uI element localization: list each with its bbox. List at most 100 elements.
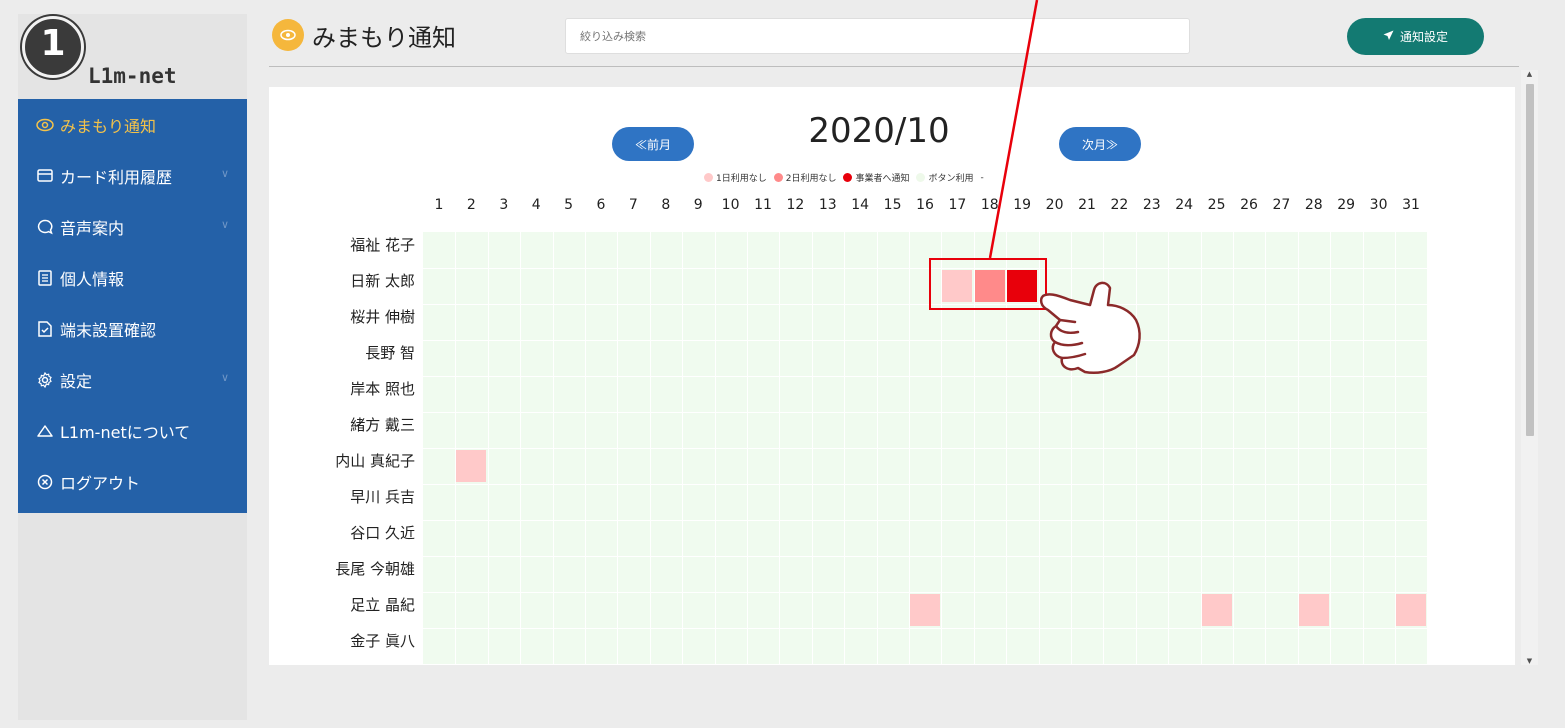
day-header: 6: [596, 197, 606, 213]
sidebar-item-personal-info[interactable]: 個人情報: [18, 252, 247, 303]
sidebar-item-about[interactable]: L1m-netについて: [18, 405, 247, 456]
sidebar-item-label: みまもり通知: [60, 116, 157, 136]
sidebar-item-label: 設定: [60, 371, 93, 391]
prev-month-button[interactable]: ≪前月: [612, 127, 694, 161]
notification-settings-label: 通知設定: [1399, 30, 1448, 44]
day-header: 24: [1175, 197, 1194, 213]
chevron-down-icon: ∨: [220, 167, 229, 180]
page-title: みまもり通知: [312, 24, 456, 52]
highlight-box: [929, 258, 1047, 310]
resident-name[interactable]: 早川 兵吉: [269, 479, 415, 515]
resident-name[interactable]: 足立 晶紀: [269, 587, 415, 623]
grid-line: [423, 340, 1427, 341]
day-header: 27: [1272, 197, 1291, 213]
sidebar-item-card-history[interactable]: カード利用履歴 ∨: [18, 150, 247, 201]
day-header: 18: [980, 197, 999, 213]
page-title-eye-icon: [272, 19, 304, 51]
resident-name[interactable]: 内山 真紀子: [269, 443, 415, 479]
sidebar-item-logout[interactable]: ログアウト: [18, 456, 247, 507]
grid-line: [423, 556, 1427, 557]
legend-item: -: [980, 172, 984, 183]
legend-dot: [704, 173, 713, 182]
close-circle-icon: [36, 473, 54, 491]
day-header: 14: [851, 197, 870, 213]
search-input[interactable]: [565, 18, 1190, 54]
grid-line: [423, 664, 1427, 665]
gear-icon: [36, 371, 54, 389]
day-header: 16: [916, 197, 934, 213]
grid-line: [423, 484, 1427, 485]
day-header: 31: [1402, 197, 1420, 213]
grid-line: [423, 592, 1427, 593]
resident-name[interactable]: 福祉 花子: [269, 227, 415, 263]
eye-icon: [36, 116, 54, 134]
document-icon: [36, 269, 54, 287]
legend: 1日利用なし 2日利用なし 事業者へ通知 ボタン利用 -: [704, 171, 991, 184]
status-cell[interactable]: [1396, 594, 1426, 626]
day-header: 10: [721, 197, 740, 213]
header-divider: [269, 66, 1519, 67]
resident-name[interactable]: 金子 眞八: [269, 623, 415, 659]
day-header: 20: [1045, 197, 1064, 213]
resident-name[interactable]: 岸本 照也: [269, 371, 415, 407]
day-header: 12: [786, 197, 805, 213]
day-header: 19: [1013, 197, 1032, 213]
day-header: 1: [434, 197, 444, 213]
day-header: 2: [466, 197, 476, 213]
status-cell[interactable]: [910, 594, 940, 626]
day-header: 13: [818, 197, 837, 213]
sidebar-item-voice-guide[interactable]: 音声案内 ∨: [18, 201, 247, 252]
resident-name[interactable]: 長尾 今朝雄: [269, 551, 415, 587]
day-header: 15: [883, 197, 902, 213]
scroll-thumb[interactable]: [1526, 84, 1534, 436]
sidebar-item-label: ログアウト: [60, 473, 141, 493]
day-header: 7: [628, 197, 638, 213]
calendar-card: ≪前月 2020/10 次月≫ 1日利用なし 2日利用なし 事業者へ通知 ボタン…: [269, 87, 1515, 665]
grid-line: [423, 448, 1427, 449]
speech-bubble-icon: [36, 218, 54, 236]
scroll-up-arrow[interactable]: ▲: [1525, 70, 1534, 78]
sidebar-item-terminal-check[interactable]: 端末設置確認: [18, 303, 247, 354]
resident-name[interactable]: 緒方 戴三: [269, 407, 415, 443]
legend-dot: [843, 173, 853, 182]
resident-name[interactable]: 谷口 久近: [269, 515, 415, 551]
day-header: 26: [1240, 197, 1258, 213]
day-header: 29: [1337, 197, 1356, 213]
vertical-scrollbar[interactable]: ▲ ▼: [1521, 70, 1538, 665]
scroll-down-arrow[interactable]: ▼: [1525, 657, 1534, 665]
status-cell[interactable]: [456, 450, 487, 482]
status-cell[interactable]: [1201, 594, 1232, 626]
sidebar-item-label: 音声案内: [60, 218, 125, 238]
chevron-down-icon: ∨: [220, 371, 229, 384]
day-header: 11: [754, 197, 772, 213]
legend-item: 2日利用なし: [773, 171, 836, 184]
check-document-icon: [36, 320, 54, 338]
resident-name-column: 福祉 花子 日新 太郎 桜井 伸樹 長野 智岸本 照也 緒方 戴三 内山 真紀子 早川 兵吉…: [269, 227, 415, 659]
day-header: 28: [1304, 197, 1323, 213]
card-icon: [36, 167, 54, 185]
next-month-button[interactable]: 次月≫: [1059, 127, 1141, 161]
resident-name[interactable]: 桜井 伸樹: [269, 299, 415, 335]
grid-line: [423, 304, 1427, 305]
resident-name[interactable]: 長野 智: [269, 335, 415, 371]
grid-line: [423, 268, 1427, 269]
sidebar: 1 L1m-net みまもり通知 カード利用履歴 ∨ 音声案内 ∨ 個人情報 端…: [18, 14, 247, 720]
grid-line: [423, 520, 1427, 521]
day-header: 23: [1142, 197, 1161, 213]
grid-line: [423, 628, 1427, 629]
notification-settings-button[interactable]: 通知設定: [1347, 18, 1484, 55]
day-header: 8: [661, 197, 671, 213]
day-header: 3: [499, 197, 509, 213]
cloud-icon: [36, 422, 54, 440]
day-header: 9: [693, 197, 703, 213]
day-header: 21: [1078, 197, 1096, 213]
sidebar-item-mimamori[interactable]: みまもり通知: [18, 99, 247, 150]
resident-name[interactable]: 日新 太郎: [269, 263, 415, 299]
sidebar-item-settings[interactable]: 設定 ∨: [18, 354, 247, 405]
legend-item: ボタン利用: [916, 171, 974, 184]
sidebar-nav: みまもり通知 カード利用履歴 ∨ 音声案内 ∨ 個人情報 端末設置確認 設定 ∨…: [18, 99, 247, 513]
status-cell[interactable]: [1298, 594, 1329, 626]
logo-mark: 1: [22, 16, 84, 78]
day-header: 22: [1110, 197, 1129, 213]
logo[interactable]: 1 L1m-net: [18, 14, 247, 99]
